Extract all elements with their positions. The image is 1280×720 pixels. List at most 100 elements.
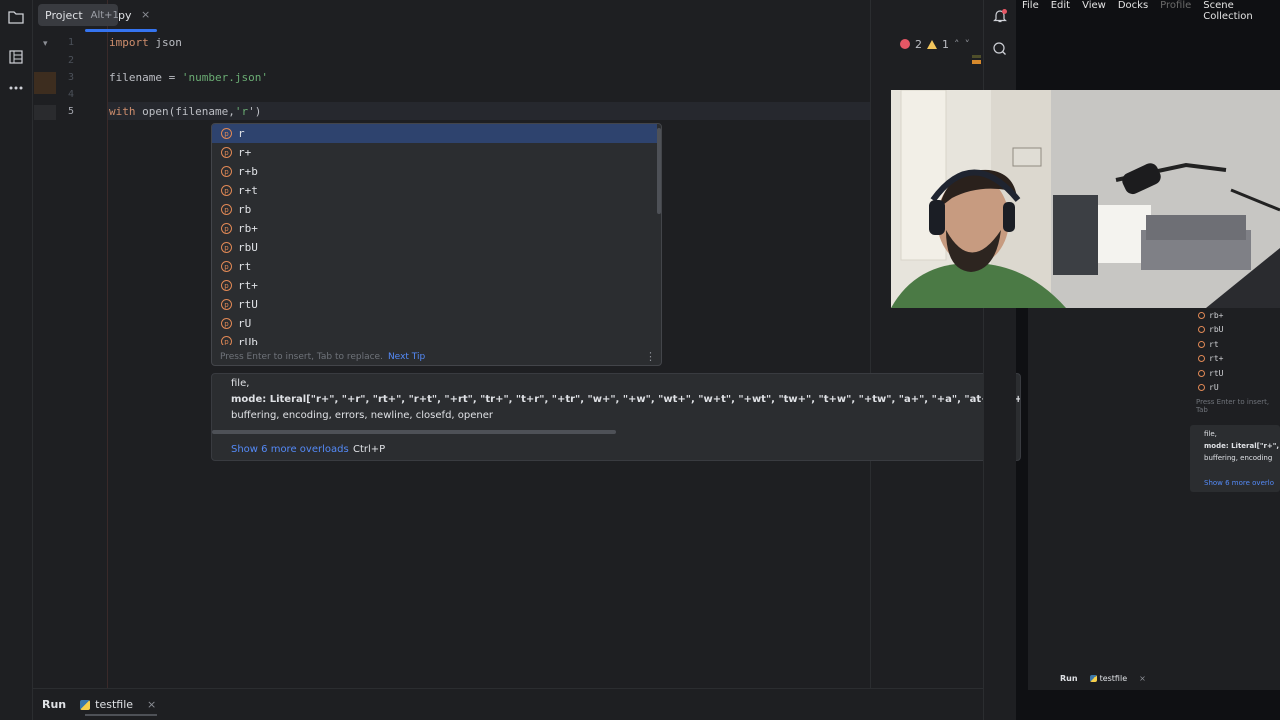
completion-item[interactable]: p rbU: [212, 238, 657, 257]
completion-item[interactable]: p rb+: [212, 219, 657, 238]
param-info-current: mode: Literal["r+", "+r", "rt+", "r+t", …: [231, 394, 1020, 405]
obs-menu-scene-collection[interactable]: Scene Collection: [1203, 0, 1280, 22]
webcam-overlay: [891, 90, 1280, 308]
tooltip-shortcut: Alt+1: [90, 9, 119, 21]
code-line-5[interactable]: with open(filename,'r'): [109, 105, 261, 118]
preview-list-item: rb+: [1198, 311, 1223, 320]
warning-icon: [927, 39, 937, 49]
preview-list-item: rbU: [1198, 325, 1223, 334]
completion-footer: Press Enter to insert, Tab to replace. N…: [212, 348, 661, 365]
completion-item[interactable]: p r+b: [212, 162, 657, 181]
inspection-widget[interactable]: 2 1 ˄ ˅: [900, 36, 970, 52]
code-line-3[interactable]: filename = 'number.json': [109, 71, 268, 84]
preview-list-item: rtU: [1198, 369, 1223, 378]
param-info-scrollbar[interactable]: [212, 430, 616, 434]
more-overloads-link[interactable]: Show 6 more overloads: [231, 444, 349, 455]
activity-bar: [0, 0, 54, 720]
line-number: 4: [67, 89, 74, 100]
preview-param-line: mode: Literal["r+", ": [1204, 442, 1280, 450]
ai-assistant-icon[interactable]: [992, 41, 1008, 57]
project-tooltip: Project Alt+1: [38, 4, 119, 26]
parameter-icon: p: [221, 336, 232, 345]
parameter-icon: p: [221, 280, 232, 291]
code-line-1[interactable]: import json: [109, 36, 182, 49]
parameter-info-popup: file, mode: Literal["r+", "+r", "rt+", "…: [211, 373, 1021, 461]
obs-menu-edit[interactable]: Edit: [1051, 0, 1070, 11]
chevron-down-icon[interactable]: ˅: [965, 38, 971, 51]
line-number: 5: [67, 106, 74, 117]
tooltip-label: Project: [45, 8, 83, 22]
scroll-marker: [972, 55, 981, 58]
preview-list-item: rt+: [1198, 354, 1223, 363]
bottom-tab-indicator: [85, 714, 157, 716]
bottom-toolwindow-bar: Run testfile ×: [33, 688, 983, 720]
structure-icon[interactable]: [6, 47, 26, 67]
completion-popup: pr p r+ p r+b p r+t p rb p rb+ p rbU p rt p rt+ …: [211, 123, 662, 366]
completion-item[interactable]: p rU: [212, 314, 657, 333]
error-stripe: [972, 60, 981, 64]
next-tip-link[interactable]: Next Tip: [388, 352, 425, 362]
completion-item[interactable]: p r+: [212, 143, 657, 162]
close-icon: ×: [1139, 673, 1146, 683]
completion-item[interactable]: p r+t: [212, 181, 657, 200]
line-number: 2: [67, 55, 74, 66]
run-tab[interactable]: Run: [42, 698, 66, 711]
parameter-icon: p: [221, 261, 232, 272]
line-number: 3: [67, 72, 74, 83]
obs-menu-view[interactable]: View: [1082, 0, 1106, 11]
webcam-feed-image: [891, 90, 1280, 308]
tab-close-icon[interactable]: ×: [141, 8, 150, 21]
active-tab-indicator: [85, 29, 157, 32]
preview-param-line: file,: [1204, 430, 1217, 438]
chevron-up-icon[interactable]: ˄: [954, 38, 960, 51]
param-info-line: file,: [231, 378, 250, 389]
warning-count: 1: [942, 37, 949, 51]
parameter-icon: p: [221, 204, 232, 215]
kebab-menu-icon[interactable]: ⋮: [645, 350, 656, 364]
parameter-icon: p: [221, 223, 232, 234]
notifications-icon[interactable]: [992, 8, 1008, 24]
preview-param-info: file, mode: Literal["r+", " buffering, e…: [1190, 425, 1280, 492]
parameter-icon: p: [221, 185, 232, 196]
python-file-icon: [1089, 674, 1097, 682]
run-config-label: testfile: [95, 698, 134, 711]
param-info-line: buffering, encoding, errors, newline, cl…: [231, 410, 493, 421]
preview-more-link: Show 6 more overlo: [1204, 479, 1274, 487]
editor-tabbar: py ×: [33, 0, 983, 32]
completion-item[interactable]: pr: [212, 124, 657, 143]
completion-item[interactable]: p rUb: [212, 333, 657, 345]
preview-list-item: rt: [1198, 340, 1219, 349]
close-icon[interactable]: ×: [147, 698, 156, 711]
preview-list-item: rU: [1198, 383, 1219, 392]
completion-scrollbar[interactable]: [657, 128, 661, 214]
preview-run-label: Run: [1060, 673, 1078, 683]
run-config-tab[interactable]: testfile: [80, 698, 133, 711]
parameter-icon: p: [221, 299, 232, 310]
completion-item[interactable]: p rt+: [212, 276, 657, 295]
parameter-icon: p: [221, 242, 232, 253]
tab-label[interactable]: py: [118, 9, 132, 22]
python-file-icon: [80, 699, 91, 710]
completion-item[interactable]: p rb: [212, 200, 657, 219]
parameter-icon: p: [221, 318, 232, 329]
parameter-icon: p: [221, 147, 232, 158]
obs-preview-canvas: [1028, 305, 1280, 690]
error-icon: [900, 39, 910, 49]
preview-footer: Press Enter to insert, Tab: [1196, 398, 1270, 414]
right-margin-guide: [870, 0, 871, 690]
line-number: 1: [67, 37, 74, 48]
more-icon[interactable]: [6, 78, 26, 98]
parameter-icon: p: [221, 128, 232, 139]
completion-item[interactable]: p rt: [212, 257, 657, 276]
completion-hint: Press Enter to insert, Tab to replace.: [220, 352, 383, 362]
parameter-icon: p: [221, 166, 232, 177]
obs-menu-file[interactable]: File: [1022, 0, 1039, 11]
more-overloads-shortcut: Ctrl+P: [353, 444, 386, 455]
preview-param-line: buffering, encoding: [1204, 454, 1273, 462]
completion-item[interactable]: p rtU: [212, 295, 657, 314]
error-count: 2: [915, 37, 922, 51]
obs-menu-profile[interactable]: Profile: [1160, 0, 1191, 11]
folder-icon[interactable]: [6, 7, 26, 27]
obs-menubar: File Edit View Docks Profile Scene Colle…: [1016, 0, 1280, 22]
obs-menu-docks[interactable]: Docks: [1118, 0, 1148, 11]
